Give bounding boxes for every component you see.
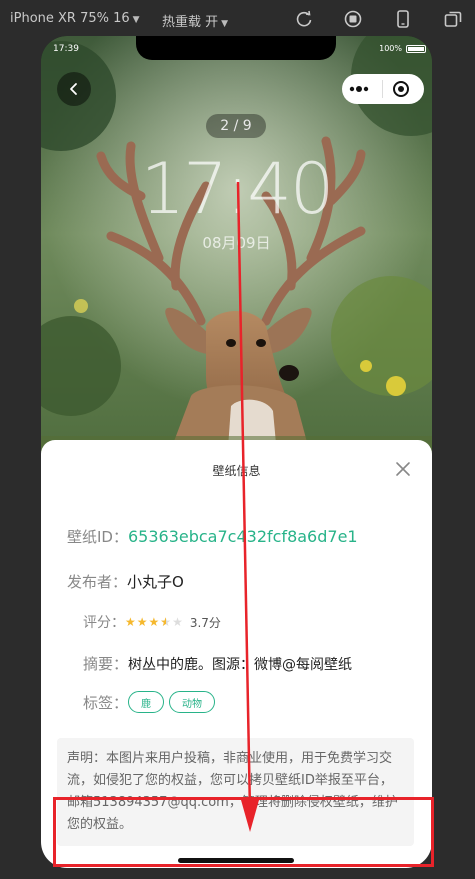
capsule-divider [382,80,383,98]
chevron-left-icon [70,83,77,95]
record-icon[interactable] [343,9,363,29]
device-notch [136,36,336,60]
tags-row: 标签： 鹿 动物 [83,691,220,713]
device-label: iPhone XR 75% 16 [10,11,130,26]
more-dots-icon[interactable] [342,74,376,104]
publisher-label: 发布者： [67,573,128,591]
caret-down-icon: ▼ [221,19,229,29]
status-battery-percent: 100% [379,44,402,53]
back-button[interactable] [57,72,91,106]
rating-row: 评分： ★★★★★ 3.7分 [83,612,221,632]
refresh-icon[interactable] [294,9,314,29]
overlay-time: 17:40 [140,148,335,230]
summary-value: 树丛中的鹿。图源：微博@每阅壁纸 [128,656,353,673]
id-label: 壁纸ID： [67,528,128,546]
star-full-icon: ★ [136,615,148,629]
publisher-value: 小丸子O [127,573,184,591]
publisher-row: 发布者： 小丸子O [67,571,184,592]
status-time: 17:39 [53,44,79,54]
devtools-toolbar: iPhone XR 75% 16 ▼ 热重载 开 ▼ [0,0,475,38]
overlay-date: 08月09日 [202,234,271,252]
tags-label: 标签： [83,693,129,712]
id-row: 壁纸ID： 65363ebca7c432fcf8a6d7e1 [67,526,358,547]
sheet-title: 壁纸信息 [212,464,261,478]
hot-reload-toggle[interactable]: 热重载 开 ▼ [162,11,228,30]
rating-stars: ★ ★ ★ ★ ★ [125,615,184,629]
close-icon[interactable] [394,460,412,478]
star-full-icon: ★ [125,615,136,629]
windows-icon[interactable] [443,9,463,29]
phone-frame: 17:39 100% 2 / 9 17:40 08月09日 壁纸信息 壁纸ID：… [41,36,432,868]
phone-icon[interactable] [393,9,413,29]
summary-label: 摘要： [83,655,129,673]
hot-reload-label: 热重载 开 [162,15,219,30]
id-value[interactable]: 65363ebca7c432fcf8a6d7e1 [128,527,358,546]
tag-chip[interactable]: 鹿 [128,691,165,713]
battery-icon [406,45,426,53]
mini-program-capsule [342,74,424,104]
rating-label: 评分： [83,615,125,631]
target-icon[interactable] [389,74,415,104]
star-empty-icon: ★ [172,615,183,629]
image-counter: 2 / 9 [206,114,266,138]
caret-down-icon: ▼ [132,15,140,25]
tag-chip[interactable]: 动物 [169,691,216,713]
summary-row: 摘要： 树丛中的鹿。图源：微博@每阅壁纸 [83,653,352,674]
star-full-icon: ★ [148,615,160,629]
star-half-icon: ★ [160,615,171,629]
rating-score: 3.7分 [189,615,221,630]
device-selector[interactable]: iPhone XR 75% 16 ▼ [10,11,140,26]
annotation-highlight-box [53,797,434,867]
